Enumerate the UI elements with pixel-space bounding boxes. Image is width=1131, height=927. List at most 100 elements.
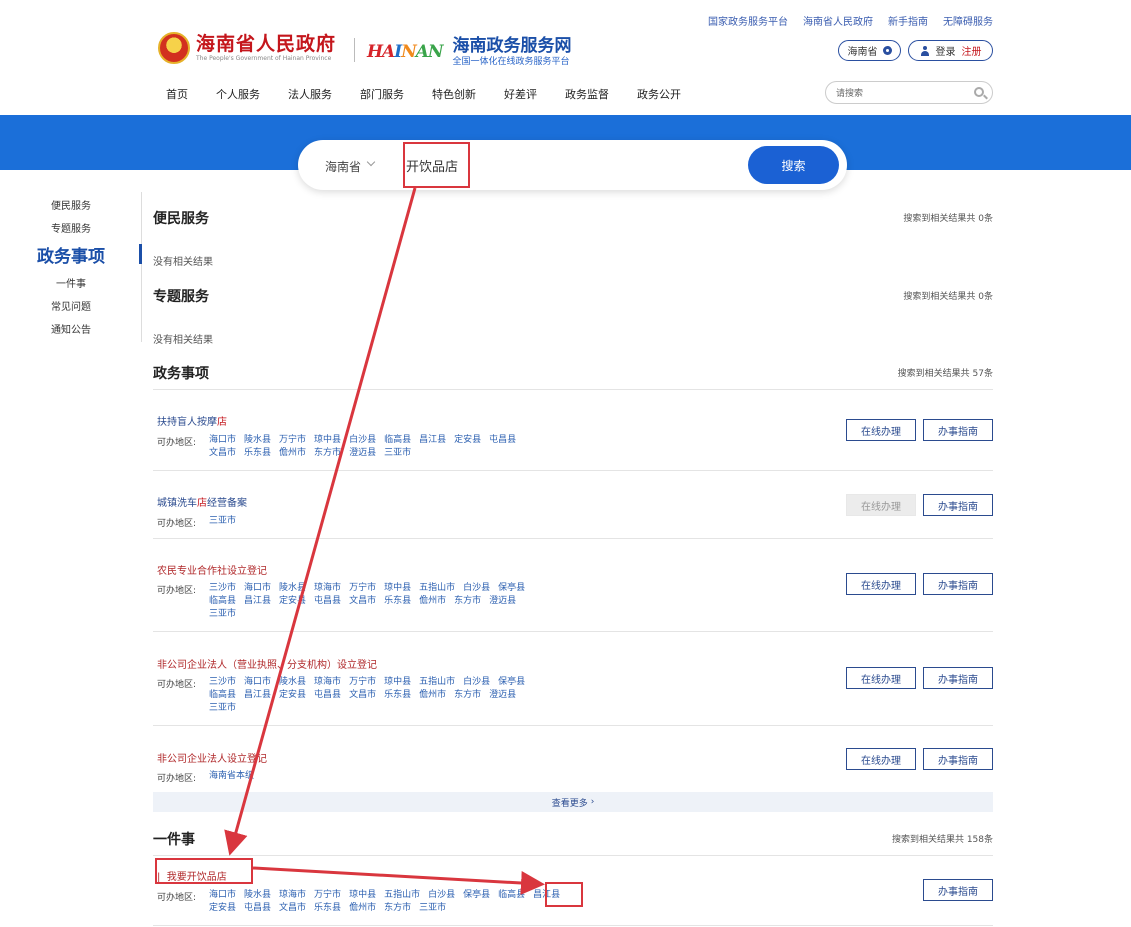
- view-more-button[interactable]: 查看更多 ›: [153, 792, 993, 812]
- area-link[interactable]: 澄迈县: [349, 447, 376, 460]
- nav-legal-person[interactable]: 法人服务: [288, 86, 332, 102]
- top-link-guide[interactable]: 新手指南: [888, 13, 928, 28]
- area-link[interactable]: 保亭县: [463, 889, 490, 902]
- search-icon[interactable]: [974, 87, 984, 97]
- nav-department[interactable]: 部门服务: [360, 86, 404, 102]
- area-link[interactable]: 屯昌县: [314, 595, 341, 608]
- area-link[interactable]: 定安县: [454, 434, 481, 447]
- online-handle-button[interactable]: 在线办理: [846, 748, 916, 770]
- top-link-hainan-gov[interactable]: 海南省人民政府: [803, 13, 873, 28]
- area-link[interactable]: 文昌市: [209, 447, 236, 460]
- area-link[interactable]: 东方市: [314, 447, 341, 460]
- area-link[interactable]: 定安县: [209, 902, 236, 915]
- area-link[interactable]: 万宁市: [349, 676, 376, 689]
- item-name-link[interactable]: 农民专业合作社设立登记: [157, 562, 267, 577]
- area-link[interactable]: 昌江县: [244, 595, 271, 608]
- area-link[interactable]: 陵水县: [244, 889, 271, 902]
- area-link[interactable]: 琼海市: [314, 676, 341, 689]
- area-link[interactable]: 海口市: [209, 889, 236, 902]
- item-name-link[interactable]: 城镇洗车店经营备案: [157, 494, 247, 509]
- area-link[interactable]: 琼海市: [314, 582, 341, 595]
- area-link[interactable]: 白沙县: [463, 676, 490, 689]
- area-link[interactable]: 五指山市: [384, 889, 420, 902]
- area-link[interactable]: 乐东县: [384, 595, 411, 608]
- nav-disclosure[interactable]: 政务公开: [637, 86, 681, 102]
- area-link[interactable]: 昌江县: [244, 689, 271, 702]
- area-link[interactable]: 三亚市: [419, 902, 446, 915]
- area-link[interactable]: 临高县: [498, 889, 525, 902]
- area-link[interactable]: 定安县: [279, 689, 306, 702]
- top-link-national[interactable]: 国家政务服务平台: [708, 13, 788, 28]
- area-link[interactable]: 白沙县: [428, 889, 455, 902]
- area-link[interactable]: 三沙市: [209, 676, 236, 689]
- area-link[interactable]: 文昌市: [349, 595, 376, 608]
- area-link[interactable]: 东方市: [454, 595, 481, 608]
- search-region-dropdown[interactable]: 海南省: [325, 158, 361, 175]
- area-link[interactable]: 澄迈县: [489, 595, 516, 608]
- area-link[interactable]: 白沙县: [463, 582, 490, 595]
- area-link[interactable]: 万宁市: [279, 434, 306, 447]
- sidenav-faq[interactable]: 常见问题: [0, 298, 142, 313]
- nav-home[interactable]: 首页: [166, 86, 188, 102]
- region-selector[interactable]: 海南省: [838, 40, 901, 61]
- area-link[interactable]: 万宁市: [314, 889, 341, 902]
- area-link[interactable]: 临高县: [209, 689, 236, 702]
- nav-evaluation[interactable]: 好差评: [504, 86, 537, 102]
- sidenav-bianmin[interactable]: 便民服务: [0, 197, 142, 212]
- sidenav-zhengwu[interactable]: 政务事项: [0, 242, 142, 267]
- area-link[interactable]: 海口市: [244, 676, 271, 689]
- guide-button[interactable]: 办事指南: [923, 667, 993, 689]
- area-link[interactable]: 屯昌县: [244, 902, 271, 915]
- login-link[interactable]: 登录: [936, 43, 956, 58]
- service-logo[interactable]: HAINAN 海南政务服务网 全国一体化在线政务服务平台: [367, 36, 572, 68]
- area-link[interactable]: 乐东县: [384, 689, 411, 702]
- area-link[interactable]: 陵水县: [279, 582, 306, 595]
- area-link[interactable]: 临高县: [209, 595, 236, 608]
- area-link[interactable]: 东方市: [384, 902, 411, 915]
- area-link[interactable]: 定安县: [279, 595, 306, 608]
- area-link[interactable]: 三沙市: [209, 582, 236, 595]
- gov-logo[interactable]: 海南省人民政府 The People's Government of Haina…: [158, 32, 336, 64]
- area-link[interactable]: 儋州市: [419, 595, 446, 608]
- online-handle-button[interactable]: 在线办理: [846, 573, 916, 595]
- area-link[interactable]: 五指山市: [419, 676, 455, 689]
- area-link[interactable]: 屯昌县: [314, 689, 341, 702]
- area-link[interactable]: 万宁市: [349, 582, 376, 595]
- area-link[interactable]: 儋州市: [349, 902, 376, 915]
- area-link[interactable]: 临高县: [384, 434, 411, 447]
- item-name-link[interactable]: 非公司企业法人（营业执照、分支机构）设立登记: [157, 656, 377, 671]
- area-link[interactable]: 屯昌县: [489, 434, 516, 447]
- top-link-accessibility[interactable]: 无障碍服务: [943, 13, 993, 28]
- area-link[interactable]: 三亚市: [209, 702, 236, 715]
- area-link[interactable]: 保亭县: [498, 676, 525, 689]
- sidenav-notices[interactable]: 通知公告: [0, 321, 142, 336]
- area-link[interactable]: 白沙县: [349, 434, 376, 447]
- area-link[interactable]: 陵水县: [279, 676, 306, 689]
- area-link[interactable]: 乐东县: [314, 902, 341, 915]
- guide-button[interactable]: 办事指南: [923, 419, 993, 441]
- chevron-down-icon[interactable]: [366, 157, 376, 167]
- guide-button[interactable]: 办事指南: [923, 573, 993, 595]
- area-link[interactable]: 东方市: [454, 689, 481, 702]
- area-link[interactable]: 琼中县: [314, 434, 341, 447]
- area-link[interactable]: 三亚市: [209, 515, 236, 528]
- area-link[interactable]: 海口市: [209, 434, 236, 447]
- area-link[interactable]: 海口市: [244, 582, 271, 595]
- sidenav-yijianshi[interactable]: 一件事: [0, 275, 142, 290]
- area-link[interactable]: 陵水县: [244, 434, 271, 447]
- area-link[interactable]: 儋州市: [279, 447, 306, 460]
- area-link[interactable]: 琼中县: [384, 676, 411, 689]
- nav-personal[interactable]: 个人服务: [216, 86, 260, 102]
- online-handle-button[interactable]: 在线办理: [846, 667, 916, 689]
- main-search-button[interactable]: 搜索: [748, 146, 839, 184]
- guide-button[interactable]: 办事指南: [923, 748, 993, 770]
- guide-button[interactable]: 办事指南: [923, 879, 993, 901]
- nav-supervision[interactable]: 政务监督: [565, 86, 609, 102]
- area-link[interactable]: 儋州市: [419, 689, 446, 702]
- register-link[interactable]: 注册: [962, 43, 982, 58]
- area-link[interactable]: 昌江县: [419, 434, 446, 447]
- area-link[interactable]: 琼中县: [384, 582, 411, 595]
- online-handle-button[interactable]: 在线办理: [846, 419, 916, 441]
- area-link[interactable]: 五指山市: [419, 582, 455, 595]
- item-name-link[interactable]: 非公司企业法人设立登记: [157, 750, 267, 765]
